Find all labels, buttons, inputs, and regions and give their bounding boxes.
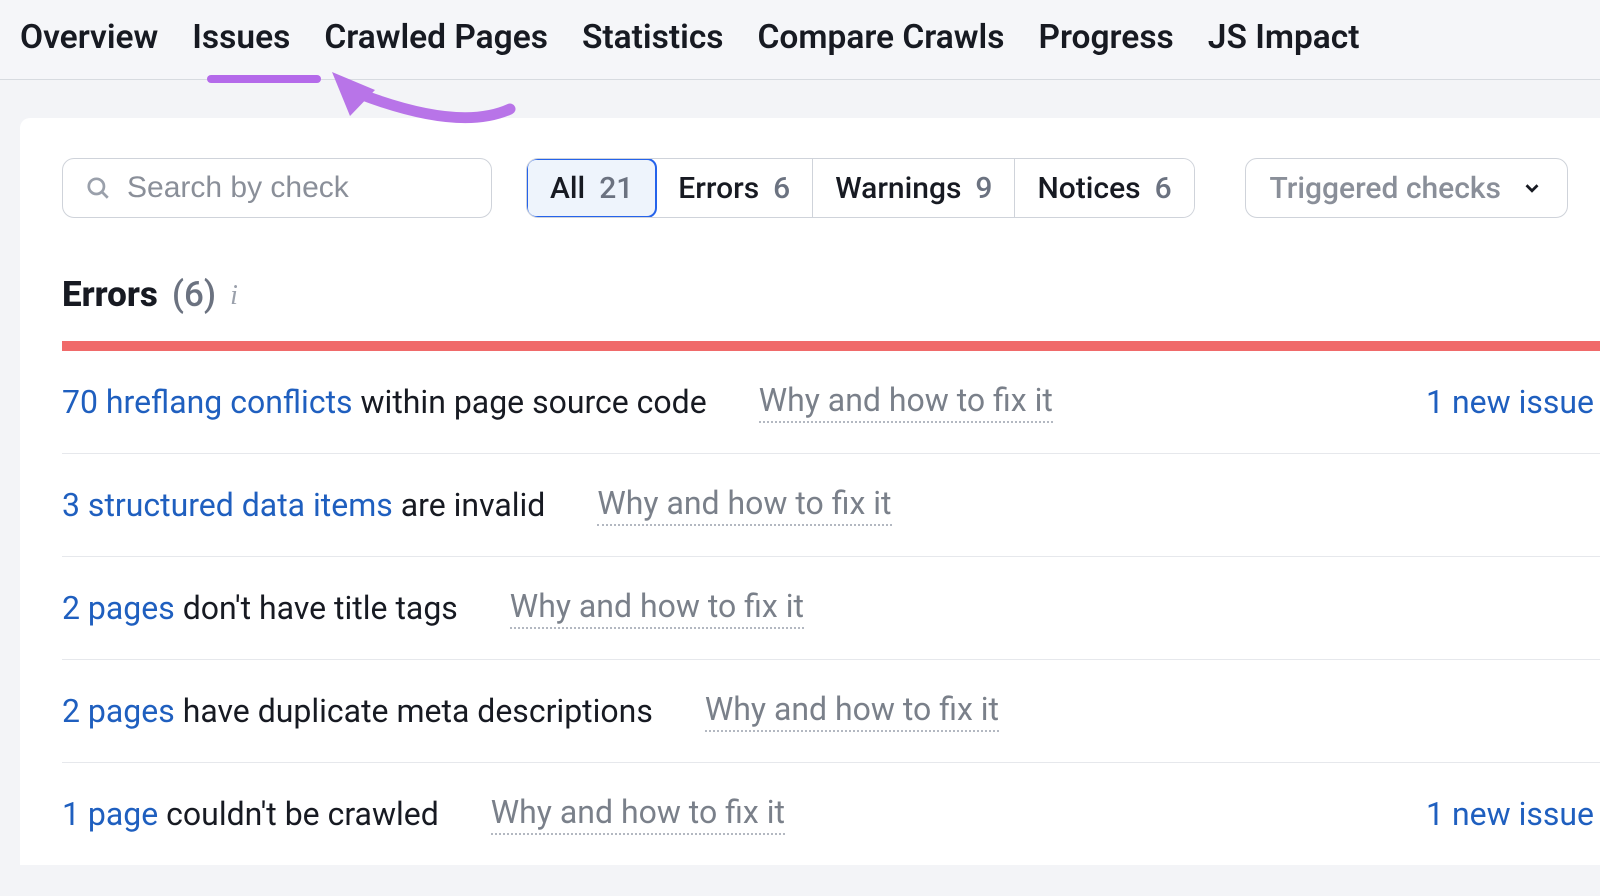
issue-row: 70 hreflang conflicts within page source… [62,351,1600,454]
issue-row: 2 pages don't have title tags Why and ho… [62,557,1600,660]
why-how-fix-link[interactable]: Why and how to fix it [597,484,891,526]
errors-heading: Errors (6) i [62,274,1600,315]
new-issue-badge[interactable]: 1 new issue [1426,383,1600,421]
issue-rest: don't have title tags [175,589,458,627]
issue-text: 1 page couldn't be crawled [62,795,439,833]
filter-notices-label: Notices [1037,171,1140,206]
dropdown-label: Triggered checks [1270,171,1501,206]
errors-heading-count: (6) [172,274,216,315]
info-icon[interactable]: i [230,280,238,312]
issue-rest: have duplicate meta descriptions [175,692,653,730]
issue-link[interactable]: 1 page [62,795,158,833]
filter-notices-count: 6 [1155,171,1172,206]
issue-row: 1 page couldn't be crawled Why and how t… [62,763,1600,865]
filter-warnings[interactable]: Warnings 9 [813,159,1015,217]
filter-errors-count: 6 [773,171,790,206]
tab-crawled-pages[interactable]: Crawled Pages [324,18,548,79]
tab-statistics[interactable]: Statistics [582,18,724,79]
issue-rest: within page source code [353,383,707,421]
issue-row: 3 structured data items are invalid Why … [62,454,1600,557]
filter-all-count: 21 [599,171,633,206]
issue-link[interactable]: 2 pages [62,589,175,627]
issue-rest: couldn't be crawled [158,795,439,833]
search-input[interactable] [127,171,469,205]
controls-row: All 21 Errors 6 Warnings 9 Notices 6 Tri… [62,158,1600,218]
issue-link[interactable]: 3 structured data items [62,486,393,524]
issue-link[interactable]: 2 pages [62,692,175,730]
errors-heading-title: Errors [62,274,158,315]
filter-errors[interactable]: Errors 6 [656,159,813,217]
tab-overview[interactable]: Overview [20,18,158,79]
issue-text: 70 hreflang conflicts within page source… [62,383,707,421]
issue-row: 2 pages have duplicate meta descriptions… [62,660,1600,763]
triggered-checks-dropdown[interactable]: Triggered checks [1245,158,1568,218]
search-input-wrap[interactable] [62,158,492,218]
new-issue-badge[interactable]: 1 new issue [1426,795,1600,833]
issue-text: 3 structured data items are invalid [62,486,545,524]
filter-errors-label: Errors [678,171,759,206]
filter-all-label: All [550,171,585,206]
chevron-down-icon [1521,177,1543,199]
issues-panel: All 21 Errors 6 Warnings 9 Notices 6 Tri… [20,118,1600,865]
issue-link[interactable]: 70 hreflang conflicts [62,383,353,421]
tab-progress[interactable]: Progress [1038,18,1173,79]
filter-all[interactable]: All 21 [526,158,657,218]
issue-rest: are invalid [393,486,546,524]
filter-notices[interactable]: Notices 6 [1015,159,1193,217]
top-tabs: Overview Issues Crawled Pages Statistics… [0,0,1600,80]
why-how-fix-link[interactable]: Why and how to fix it [491,793,785,835]
why-how-fix-link[interactable]: Why and how to fix it [759,381,1053,423]
tab-underline [207,75,321,83]
filter-segmented: All 21 Errors 6 Warnings 9 Notices 6 [526,158,1195,218]
tab-compare-crawls[interactable]: Compare Crawls [758,18,1005,79]
filter-warnings-label: Warnings [835,171,961,206]
tab-issues[interactable]: Issues [192,18,290,79]
errors-severity-bar [62,341,1600,351]
search-icon [85,175,111,201]
tab-js-impact[interactable]: JS Impact [1208,18,1360,79]
issue-text: 2 pages have duplicate meta descriptions [62,692,653,730]
issue-text: 2 pages don't have title tags [62,589,458,627]
why-how-fix-link[interactable]: Why and how to fix it [705,690,999,732]
why-how-fix-link[interactable]: Why and how to fix it [510,587,804,629]
filter-warnings-count: 9 [975,171,992,206]
